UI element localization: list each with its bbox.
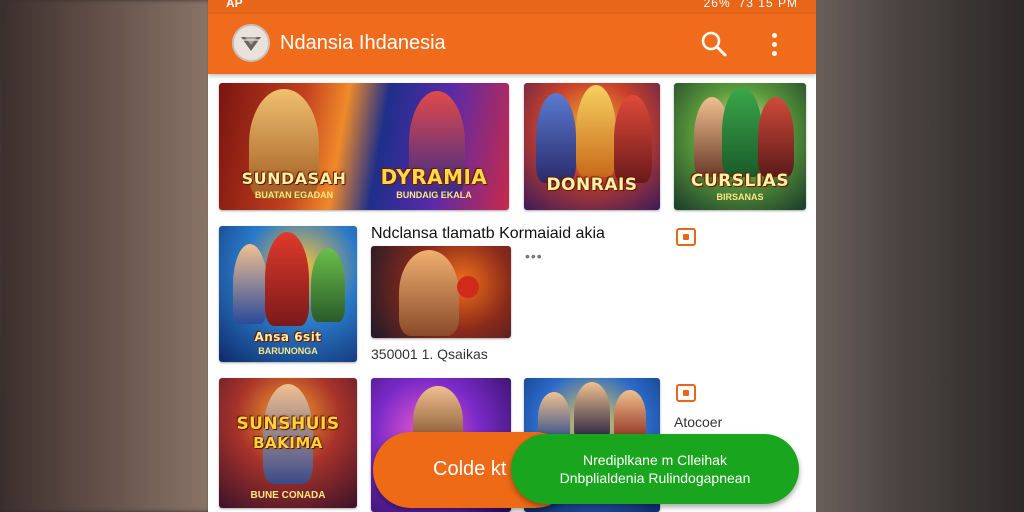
hero-figure — [536, 93, 576, 183]
game-tile[interactable]: CURSLIAS BIRSANAS — [674, 83, 806, 210]
game-title: Ansa 6sit — [254, 330, 322, 344]
search-icon[interactable] — [700, 30, 728, 58]
game-title-line2: BAKIMA — [253, 434, 323, 452]
phone-screen: AP 26% 73 15 PM Ndansia Ihdanesia SUNDAS… — [208, 0, 816, 512]
game-title: DYRAMIA — [380, 165, 488, 189]
secondary-action-button[interactable]: Nrediplkane m Clleihak Dnbplialdenia Rul… — [511, 434, 799, 504]
hero-figure — [233, 244, 267, 324]
hero-figure — [265, 232, 309, 326]
game-tile[interactable]: Ansa 6sit BARUNONGA — [219, 226, 357, 362]
game-meta: 350001 1. Qsaikas — [371, 346, 488, 362]
hero-figure — [576, 85, 616, 177]
game-subtitle: BUNE CONADA — [250, 490, 326, 501]
game-tile[interactable]: SUNSHUIS BAKIMA BUNE CONADA — [219, 378, 357, 508]
game-subtitle: BARUNONGA — [258, 346, 318, 356]
app-title: Ndansia Ihdanesia — [280, 32, 446, 54]
game-tile[interactable] — [371, 246, 511, 338]
game-subtitle: BUNDAIG EKALA — [396, 190, 472, 200]
app-bar: Ndansia Ihdanesia — [208, 14, 816, 74]
more-options-icon[interactable]: ••• — [525, 248, 543, 264]
bookmark-icon[interactable] — [676, 228, 696, 246]
status-carrier: AP — [226, 0, 243, 10]
hero-figure — [399, 250, 459, 336]
status-time: 73 15 PM — [738, 0, 798, 10]
hero-figure — [758, 97, 794, 177]
background-left — [0, 0, 210, 512]
more-vert-icon[interactable] — [764, 30, 784, 58]
game-subtitle: BIRSANAS — [716, 192, 764, 202]
diamond-shield-icon[interactable] — [232, 24, 270, 62]
bookmark-icon[interactable] — [676, 384, 696, 402]
game-tile[interactable]: DONRAIS — [524, 83, 660, 210]
hero-figure — [311, 248, 345, 322]
secondary-action-line2: Dnbplialdenia Rulindogapnean — [559, 470, 751, 486]
game-title: DONRAIS — [546, 175, 638, 195]
game-tile[interactable]: SUNDASAH BUATAN EGADAN DYRAMIA BUNDAIG E… — [219, 83, 509, 210]
game-title: SUNSHUIS — [236, 414, 340, 434]
hero-figure — [722, 87, 762, 177]
glove-shape — [457, 276, 479, 298]
status-bar: AP 26% 73 15 PM — [208, 0, 816, 14]
section-title[interactable]: Ndclansa tlamatb Kormaiaid akia — [371, 225, 605, 243]
side-label: Atocoer — [674, 414, 723, 430]
secondary-action-line1: Nrediplkane m Clleihak — [583, 452, 727, 468]
battery-level: 26% — [703, 0, 731, 10]
background-right — [814, 0, 1024, 512]
hero-figure — [574, 382, 610, 442]
hero-figure — [614, 95, 652, 183]
primary-action-label: Colde kt — [433, 458, 507, 480]
game-title: CURSLIAS — [690, 171, 790, 191]
